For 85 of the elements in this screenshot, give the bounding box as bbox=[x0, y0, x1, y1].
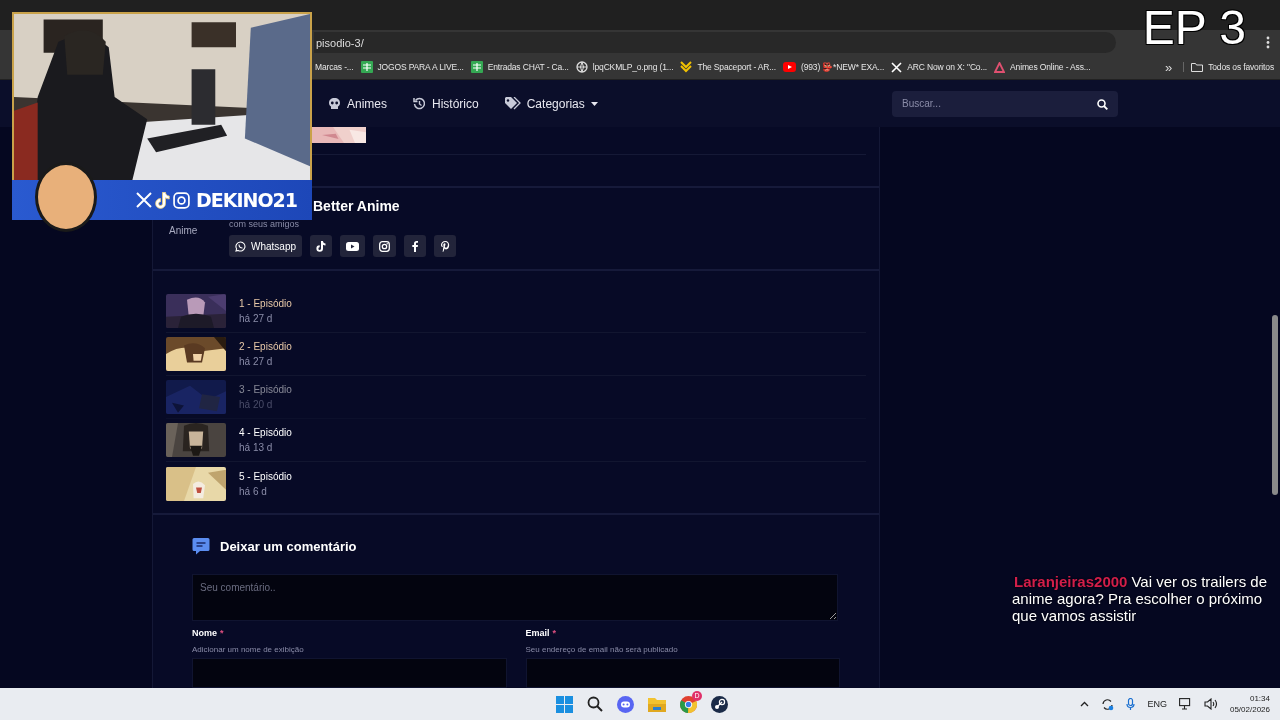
nav-link[interactable]: Animes bbox=[328, 96, 387, 111]
nav-link[interactable]: Histórico bbox=[413, 96, 479, 111]
tags-icon bbox=[504, 97, 521, 110]
chevron-up-icon[interactable] bbox=[1080, 701, 1090, 707]
sync-icon[interactable] bbox=[1101, 697, 1115, 711]
url-text: pisodio-3/ bbox=[316, 36, 364, 49]
episode-item[interactable]: 4 - Episódio há 13 d bbox=[166, 419, 866, 462]
address-bar[interactable]: pisodio-3/ bbox=[314, 32, 1116, 53]
start-icon[interactable] bbox=[556, 695, 573, 713]
bookmark[interactable]: (993) 👺*NEW* EXA... bbox=[782, 62, 885, 72]
tiktok-button[interactable] bbox=[310, 235, 333, 257]
all-bookmarks[interactable]: Todos os favoritos bbox=[1183, 62, 1280, 72]
episode-title: 2 - Episódio bbox=[239, 341, 292, 352]
field-hint: Seu endereço de email não será publicado bbox=[525, 645, 679, 654]
more-bookmarks[interactable]: » bbox=[1161, 59, 1177, 75]
folder-icon bbox=[1191, 62, 1204, 72]
x-icon bbox=[891, 61, 903, 73]
episode-item[interactable]: 1 - Episódio há 27 d bbox=[166, 290, 866, 333]
episode-title: 4 - Episódio bbox=[239, 427, 292, 438]
tiktok-icon bbox=[316, 240, 327, 252]
chat-message: Laranjeiras2000 Vai ver os trailers de anime agora? Pra escolher o próximo que vamos assistir bbox=[1012, 573, 1269, 624]
episode-label: EP 3 bbox=[1142, 0, 1246, 56]
menu-icon[interactable] bbox=[1266, 36, 1270, 49]
pinterest-icon bbox=[440, 240, 450, 252]
bookmark[interactable]: JOGOS PARA A LIVE... bbox=[360, 61, 464, 73]
youtube-button[interactable] bbox=[340, 235, 366, 257]
globe-icon bbox=[575, 61, 588, 73]
episode-title: 3 - Episódio bbox=[239, 384, 292, 395]
bookmark[interactable]: The Spaceport - AR... bbox=[680, 61, 776, 73]
input-field[interactable] bbox=[192, 658, 507, 688]
instagram-icon bbox=[173, 191, 190, 209]
facebook-button[interactable] bbox=[404, 235, 427, 257]
comment-icon bbox=[192, 537, 210, 555]
youtube-icon bbox=[346, 241, 360, 251]
spreadsheet-icon bbox=[470, 61, 483, 73]
chevron-icon bbox=[680, 61, 693, 73]
bookmark[interactable]: Marcas -... bbox=[315, 62, 354, 72]
scrollbar-thumb[interactable] bbox=[1272, 315, 1278, 495]
facebook-icon bbox=[412, 240, 419, 252]
field-hint: Adicionar um nome de exibição bbox=[192, 645, 305, 654]
episode-title: 1 - Episódio bbox=[239, 298, 292, 309]
browser-icon[interactable] bbox=[680, 695, 697, 713]
search-icon[interactable] bbox=[1097, 98, 1108, 110]
instagram-icon bbox=[379, 240, 391, 252]
bookmark[interactable]: lpqCKMLP_o.png (1... bbox=[575, 61, 674, 73]
input-field[interactable] bbox=[525, 658, 840, 688]
episode-age: há 27 d bbox=[239, 313, 274, 324]
bookmark[interactable]: Entradas CHAT - Ca... bbox=[470, 61, 569, 73]
whatsapp-icon bbox=[235, 240, 246, 252]
x-icon bbox=[136, 192, 152, 208]
history-icon bbox=[413, 97, 426, 110]
share-title: Better Anime bbox=[313, 198, 401, 212]
bookmark[interactable]: ARC Now on X: "Co... bbox=[891, 61, 988, 73]
episode-age: há 13 d bbox=[239, 442, 274, 453]
folder-icon[interactable] bbox=[648, 696, 666, 712]
episode-age: há 6 d bbox=[239, 485, 268, 497]
search-icon[interactable] bbox=[587, 696, 603, 712]
clock[interactable]: 01:34 05/02/2026 bbox=[1229, 693, 1270, 715]
triangle-icon bbox=[994, 61, 1006, 73]
network-icon[interactable] bbox=[1178, 698, 1192, 710]
video-icon bbox=[782, 62, 796, 72]
streamer-handle: DEKINO21 bbox=[196, 189, 298, 211]
instagram-button[interactable] bbox=[373, 235, 397, 257]
episode-title: 5 - Episódio bbox=[239, 470, 292, 482]
gamepad-icon[interactable] bbox=[617, 695, 634, 713]
language-indicator[interactable]: ENG bbox=[1147, 699, 1167, 709]
microphone-icon[interactable] bbox=[1126, 697, 1136, 711]
bookmark[interactable]: Animes Online - Ass... bbox=[994, 61, 1091, 73]
comment-heading: Deixar um comentário bbox=[220, 538, 357, 554]
tiktok-icon bbox=[155, 191, 170, 209]
episode-age: há 27 d bbox=[239, 356, 274, 367]
brand-caption: Anime bbox=[169, 224, 199, 238]
pinterest-button[interactable] bbox=[434, 235, 457, 257]
comment-field[interactable]: Seu comentário.. bbox=[192, 574, 838, 621]
search-field[interactable]: Buscar... bbox=[892, 90, 1118, 117]
whatsapp-button[interactable]: Whatsapp bbox=[229, 235, 303, 257]
field-label: Email * bbox=[525, 628, 558, 638]
field-label: Nome * bbox=[192, 628, 225, 638]
episode-item[interactable]: 2 - Episódio há 27 d bbox=[166, 333, 866, 376]
share-subtitle: com seus amigos bbox=[229, 219, 301, 229]
spreadsheet-icon bbox=[360, 61, 373, 73]
skull-icon bbox=[328, 97, 341, 110]
episode-item[interactable]: 5 - Episódio há 6 d bbox=[166, 462, 866, 505]
nav-link[interactable]: Categorias bbox=[504, 96, 598, 111]
volume-icon[interactable] bbox=[1203, 698, 1218, 710]
